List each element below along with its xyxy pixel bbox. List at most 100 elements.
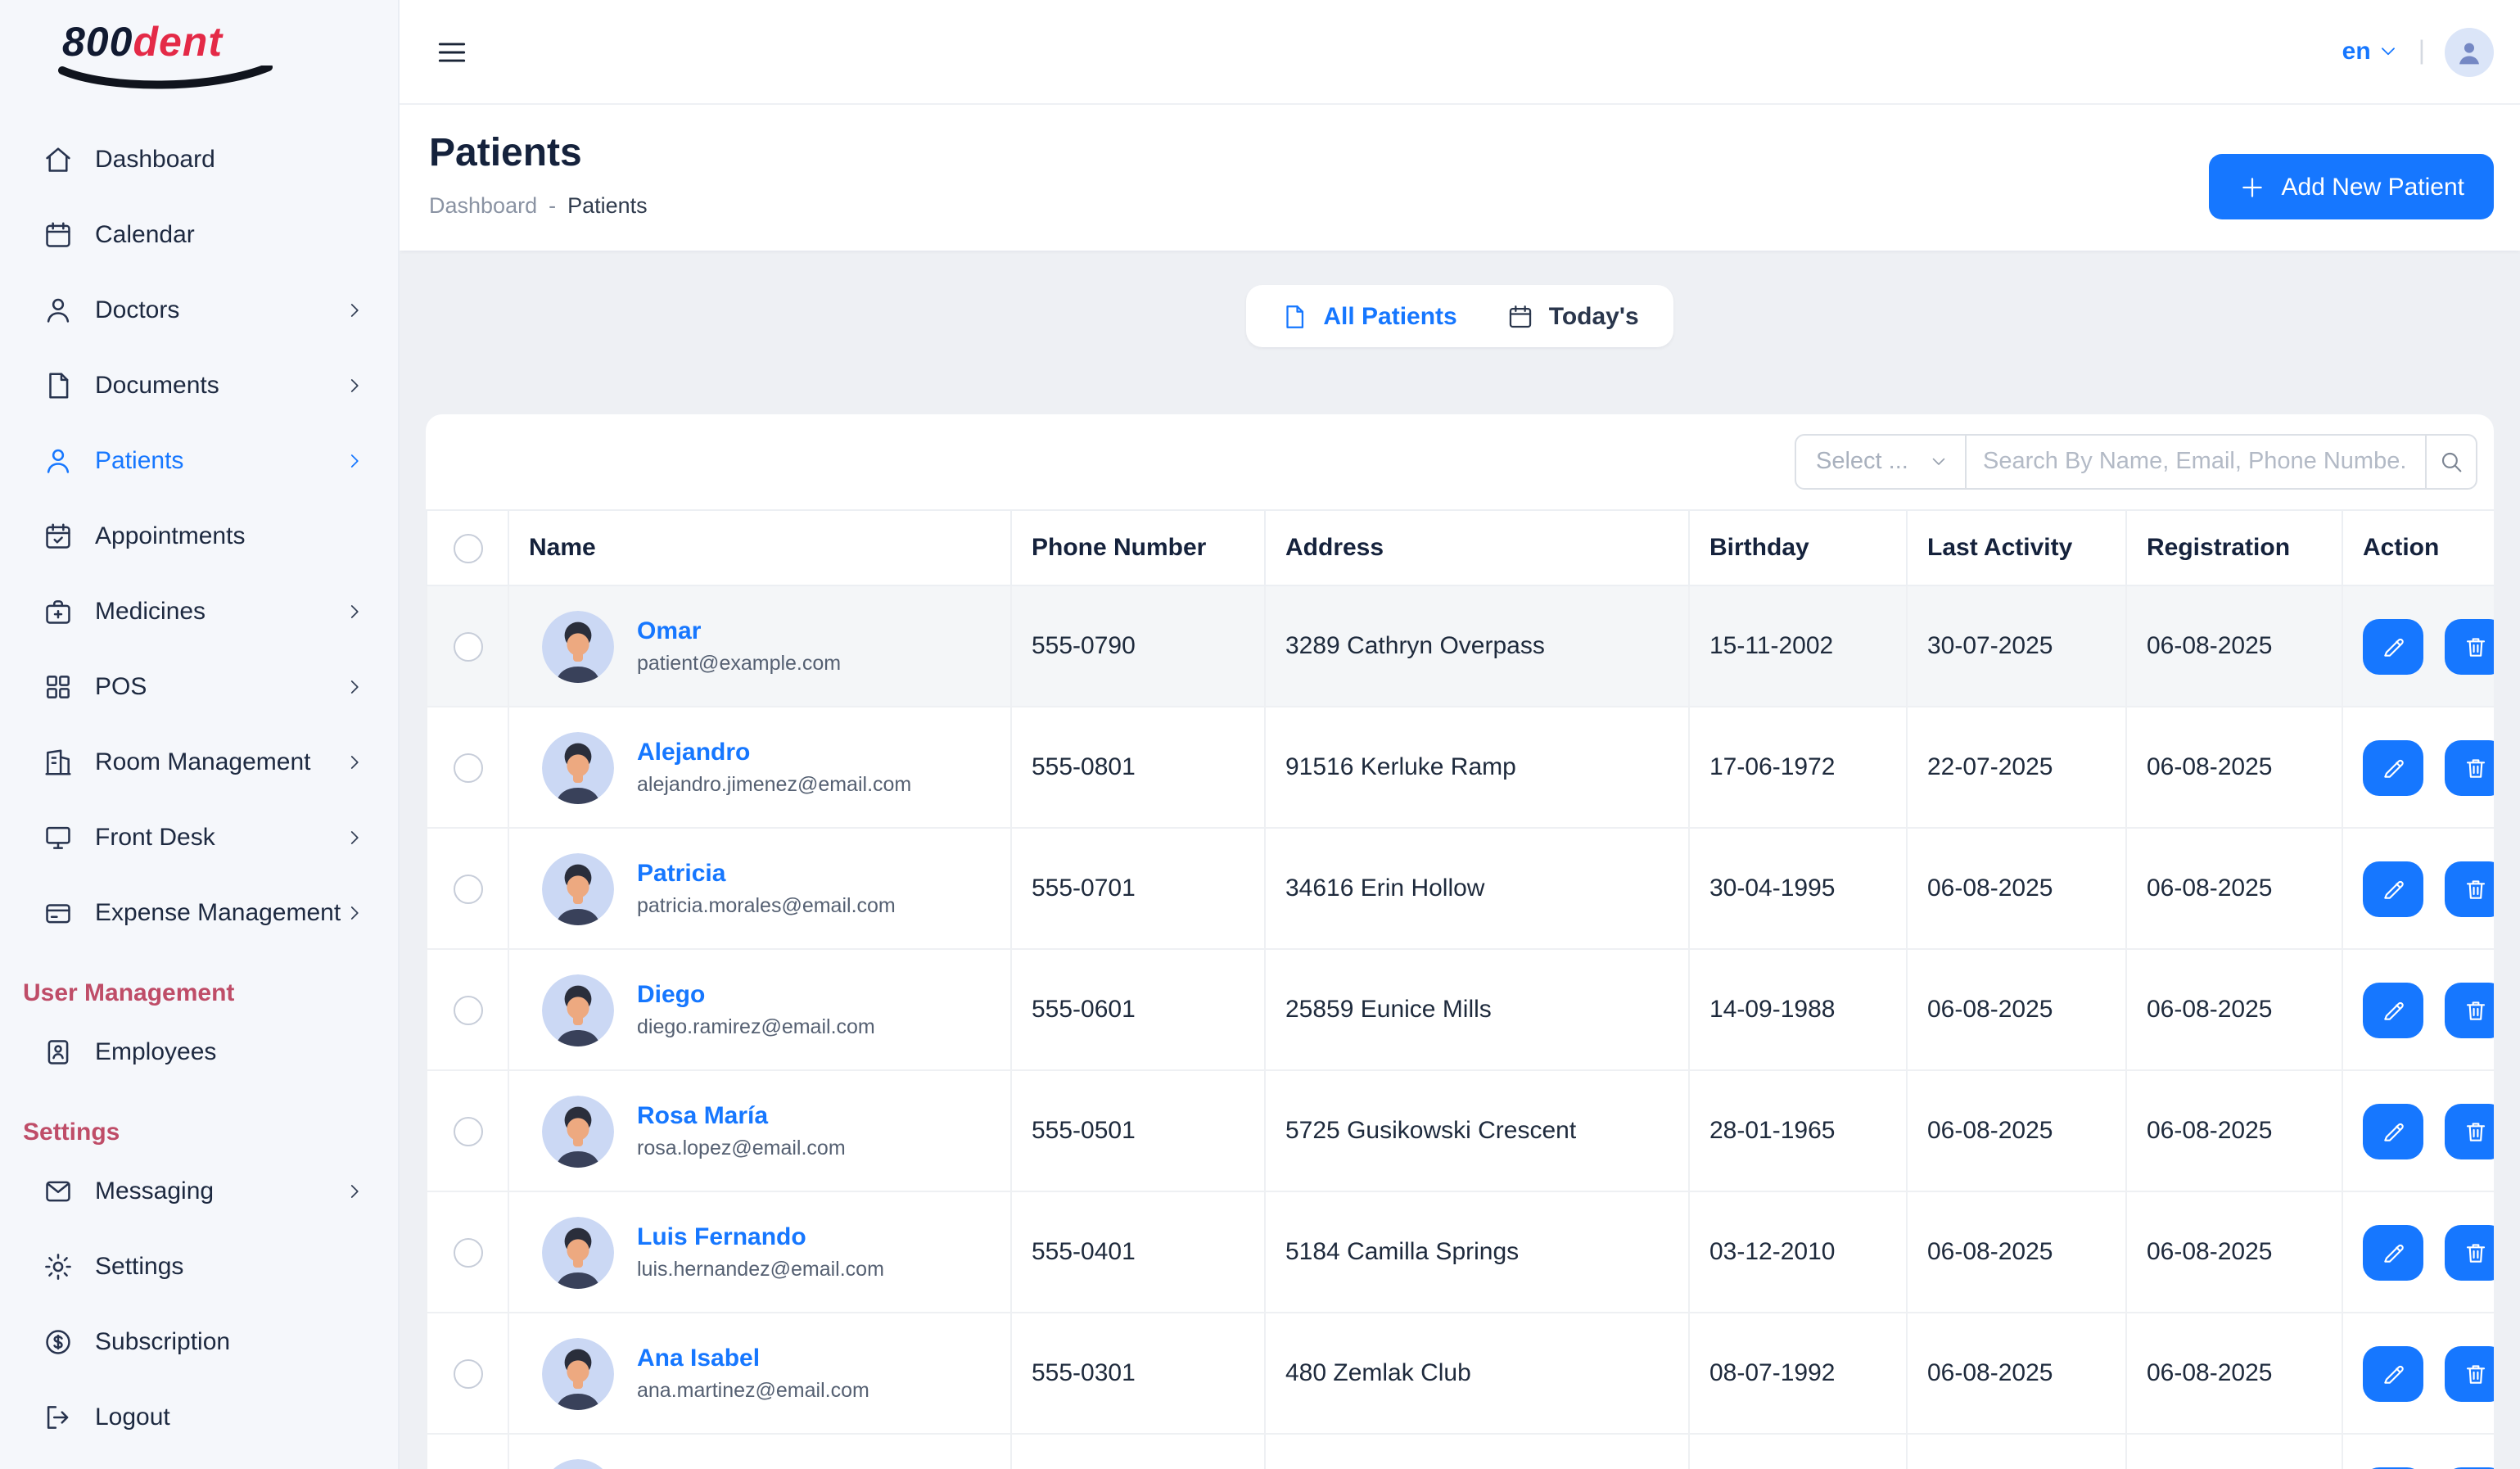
sidebar-item-logout[interactable]: Logout bbox=[0, 1379, 398, 1454]
chevron-right-icon bbox=[344, 751, 365, 772]
patient-name-cell: Omar patient@example.com bbox=[529, 610, 991, 682]
brand-logo[interactable]: 800dent bbox=[0, 0, 398, 98]
language-label: en bbox=[2342, 38, 2371, 66]
row-checkbox[interactable] bbox=[453, 1237, 482, 1267]
row-checkbox[interactable] bbox=[453, 1116, 482, 1146]
search-button[interactable] bbox=[2427, 434, 2477, 490]
delete-button[interactable] bbox=[2445, 1103, 2494, 1159]
column-phone: Phone Number bbox=[1011, 510, 1265, 585]
trash-icon bbox=[2462, 1239, 2488, 1265]
birthday-cell: 03-12-2010 bbox=[1689, 1191, 1907, 1313]
edit-button[interactable] bbox=[2363, 739, 2423, 795]
patient-name-link[interactable]: Patricia bbox=[637, 860, 896, 888]
appointments-icon bbox=[41, 519, 74, 552]
patient-email: patient@example.com bbox=[637, 652, 841, 675]
sidebar-item-medicines[interactable]: Medicines bbox=[0, 573, 398, 649]
tabs-bar: All Patients Today's bbox=[400, 251, 2520, 347]
sidebar-item-documents[interactable]: Documents bbox=[0, 347, 398, 423]
content-area: All Patients Today's Select ... bbox=[400, 251, 2520, 1469]
birthday-cell: 15-11-2002 bbox=[1689, 585, 1907, 707]
sidebar-item-front-desk[interactable]: Front Desk bbox=[0, 799, 398, 875]
delete-button[interactable] bbox=[2445, 739, 2494, 795]
sidebar-item-expense-management[interactable]: Expense Management bbox=[0, 875, 398, 950]
chevron-right-icon bbox=[344, 676, 365, 697]
phone-cell: 555-0501 bbox=[1011, 1070, 1265, 1191]
sidebar-item-appointments[interactable]: Appointments bbox=[0, 498, 398, 573]
patient-name-link[interactable]: Diego bbox=[637, 981, 875, 1009]
row-checkbox[interactable] bbox=[453, 874, 482, 903]
registration-cell: 06-08-2025 bbox=[2126, 1191, 2342, 1313]
delete-button[interactable] bbox=[2445, 982, 2494, 1037]
patient-name-link[interactable]: Omar bbox=[637, 617, 841, 645]
select-all-checkbox[interactable] bbox=[453, 533, 482, 563]
patient-avatar bbox=[542, 1095, 614, 1167]
patients-table: Name Phone Number Address Birthday Last … bbox=[426, 509, 2494, 1469]
patient-name-cell: Rosa María rosa.lopez@email.com bbox=[529, 1095, 991, 1167]
tab-all-patients-label: All Patients bbox=[1323, 302, 1456, 330]
chevron-right-icon bbox=[344, 600, 365, 622]
room-icon bbox=[41, 745, 74, 778]
tab-all-patients[interactable]: All Patients bbox=[1256, 285, 1481, 347]
breadcrumb-dashboard[interactable]: Dashboard bbox=[429, 193, 537, 218]
chevron-right-icon bbox=[344, 826, 365, 848]
sidebar-item-room-management[interactable]: Room Management bbox=[0, 724, 398, 799]
language-selector[interactable]: en bbox=[2342, 38, 2399, 66]
sidebar-item-subscription[interactable]: Subscription bbox=[0, 1304, 398, 1379]
patient-name-link[interactable]: Luis Fernando bbox=[637, 1223, 884, 1251]
edit-button[interactable] bbox=[2363, 1224, 2423, 1280]
edit-button[interactable] bbox=[2363, 982, 2423, 1037]
delete-button[interactable] bbox=[2445, 1345, 2494, 1401]
user-avatar[interactable] bbox=[2445, 27, 2494, 76]
chevron-right-icon bbox=[344, 374, 365, 396]
patient-icon bbox=[41, 444, 74, 477]
sidebar-item-patients[interactable]: Patients bbox=[0, 423, 398, 498]
delete-button[interactable] bbox=[2445, 1224, 2494, 1280]
chevron-right-icon bbox=[344, 450, 365, 471]
sidebar-item-doctors[interactable]: Doctors bbox=[0, 272, 398, 347]
edit-button[interactable] bbox=[2363, 618, 2423, 674]
topbar-divider: | bbox=[2418, 37, 2425, 66]
delete-button[interactable] bbox=[2445, 618, 2494, 674]
delete-button[interactable] bbox=[2445, 861, 2494, 916]
main-area: en | Patients Dashboard - Patients Add N… bbox=[400, 0, 2520, 1469]
patient-name-link[interactable]: Alejandro bbox=[637, 739, 911, 766]
patient-name-cell: Patricia patricia.morales@email.com bbox=[529, 852, 991, 924]
doctor-icon bbox=[41, 293, 74, 326]
phone-cell: 555-0701 bbox=[1011, 828, 1265, 949]
column-action: Action bbox=[2342, 510, 2494, 585]
search-input[interactable] bbox=[1967, 434, 2427, 490]
row-checkbox[interactable] bbox=[453, 1358, 482, 1388]
edit-button[interactable] bbox=[2363, 1103, 2423, 1159]
sidebar-item-settings[interactable]: Settings bbox=[0, 1228, 398, 1304]
search-icon bbox=[2438, 449, 2464, 475]
tab-todays[interactable]: Today's bbox=[1482, 285, 1664, 347]
sidebar-item-dashboard[interactable]: Dashboard bbox=[0, 121, 398, 197]
page-title: Patients bbox=[429, 131, 2494, 177]
patient-name-link[interactable]: Ana Isabel bbox=[637, 1345, 869, 1372]
brand-logo-text: 800dent bbox=[62, 23, 398, 64]
last-activity-cell: 06-08-2025 bbox=[1907, 1434, 2126, 1469]
patients-table-card: Select ... bbox=[426, 414, 2494, 1469]
patient-avatar bbox=[542, 610, 614, 682]
edit-button[interactable] bbox=[2363, 1345, 2423, 1401]
patient-name-link[interactable]: Rosa María bbox=[637, 1102, 846, 1130]
brand-logo-800: 800 bbox=[62, 20, 133, 66]
registration-cell: 06-08-2025 bbox=[2126, 949, 2342, 1070]
row-checkbox[interactable] bbox=[453, 631, 482, 661]
filter-select[interactable]: Select ... bbox=[1795, 434, 1967, 490]
add-new-patient-button[interactable]: Add New Patient bbox=[2210, 154, 2494, 219]
row-checkbox[interactable] bbox=[453, 753, 482, 782]
sidebar-item-calendar[interactable]: Calendar bbox=[0, 197, 398, 272]
birthday-cell: 30-04-1995 bbox=[1689, 828, 1907, 949]
sidebar-item-messaging[interactable]: Messaging bbox=[0, 1153, 398, 1228]
edit-button[interactable] bbox=[2363, 861, 2423, 916]
breadcrumb-patients: Patients bbox=[567, 193, 648, 218]
sidebar-item-employees[interactable]: Employees bbox=[0, 1014, 398, 1089]
menu-toggle-button[interactable] bbox=[427, 27, 476, 76]
employees-icon bbox=[41, 1035, 74, 1068]
patient-avatar bbox=[542, 731, 614, 803]
edit-icon bbox=[2380, 633, 2406, 659]
sidebar-item-pos[interactable]: POS bbox=[0, 649, 398, 724]
row-checkbox[interactable] bbox=[453, 995, 482, 1024]
edit-icon bbox=[2380, 1239, 2406, 1265]
